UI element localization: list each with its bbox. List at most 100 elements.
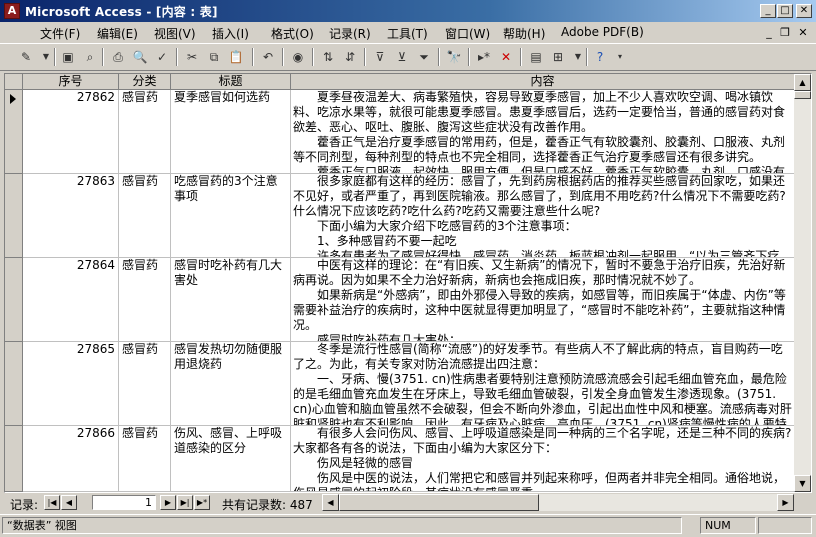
- spelling-icon[interactable]: ✓: [152, 48, 172, 66]
- new-object-dropdown-icon[interactable]: ▼: [568, 48, 588, 66]
- key-icon[interactable]: A: [4, 3, 20, 19]
- print-icon[interactable]: ⎙: [108, 48, 128, 66]
- horizontal-scrollbar[interactable]: ◀ ▶: [322, 494, 794, 511]
- new-record-icon[interactable]: ▸*: [474, 48, 494, 66]
- status-panel-empty: [758, 517, 812, 534]
- database-window-icon[interactable]: ▤: [526, 48, 546, 66]
- doc-close-icon[interactable]: ✕: [796, 26, 810, 39]
- menu-tools[interactable]: 工具(T): [387, 25, 428, 42]
- category-cell[interactable]: 感冒药: [119, 90, 171, 174]
- search-icon[interactable]: ⌕: [80, 48, 100, 66]
- menu-adobe-pdf[interactable]: Adobe PDF(B): [561, 25, 644, 39]
- category-cell[interactable]: 感冒药: [119, 426, 171, 492]
- scroll-left-icon[interactable]: ◀: [322, 494, 339, 511]
- column-header-id[interactable]: 序号: [23, 74, 119, 90]
- menu-view[interactable]: 视图(V): [154, 25, 196, 42]
- id-cell[interactable]: 27863: [23, 174, 119, 258]
- menu-format[interactable]: 格式(O): [271, 25, 314, 42]
- id-cell[interactable]: 27866: [23, 426, 119, 492]
- table-row[interactable]: 27865 感冒药 感冒发热切勿随便服用退烧药 冬季是流行性感冒(简称“流感”)…: [5, 342, 795, 426]
- content-cell[interactable]: 很多家庭都有这样的经历：感冒了，先到药房根据药店的推荐买些感冒药回家吃，如果还不…: [291, 174, 795, 258]
- sort-ascending-icon[interactable]: ⇅: [318, 48, 338, 66]
- copy-icon[interactable]: ⧉: [204, 48, 224, 66]
- cut-icon[interactable]: ✂: [182, 48, 202, 66]
- new-record-nav-icon[interactable]: ▶*: [194, 495, 210, 510]
- vertical-scrollbar[interactable]: ▲ ▼: [794, 74, 811, 492]
- content-cell[interactable]: 中医有这样的理论：在“有旧疾、又生新病”的情况下，暂时不要急于治疗旧疾，先治好新…: [291, 258, 795, 342]
- paste-icon[interactable]: 📋: [226, 48, 246, 66]
- maximize-button[interactable]: □: [777, 4, 793, 18]
- sort-descending-icon[interactable]: ⇵: [340, 48, 360, 66]
- category-cell[interactable]: 感冒药: [119, 342, 171, 426]
- title-cell[interactable]: 夏季感冒如何选药: [171, 90, 291, 174]
- menu-insert[interactable]: 插入(I): [212, 25, 249, 42]
- save-icon[interactable]: ▣: [58, 48, 78, 66]
- undo-icon[interactable]: ↶: [258, 48, 278, 66]
- menu-window[interactable]: 窗口(W): [445, 25, 490, 42]
- hyperlink-icon[interactable]: ◉: [288, 48, 308, 66]
- scroll-down-icon[interactable]: ▼: [794, 475, 811, 492]
- minimize-button[interactable]: _: [760, 4, 776, 18]
- select-all-corner[interactable]: [5, 74, 23, 90]
- table-row[interactable]: 27863 感冒药 吃感冒药的3个注意事项 很多家庭都有这样的经历：感冒了，先到…: [5, 174, 795, 258]
- record-selector[interactable]: [5, 174, 23, 258]
- scroll-thumb[interactable]: [794, 91, 811, 99]
- column-header-title[interactable]: 标题: [171, 74, 291, 90]
- next-record-icon[interactable]: ▶: [160, 495, 176, 510]
- id-cell[interactable]: 27862: [23, 90, 119, 174]
- apply-filter-icon[interactable]: ⏷: [414, 48, 434, 66]
- title-bar: A Microsoft Access - [内容 : 表] _ □ ✕: [0, 0, 816, 22]
- current-record-field[interactable]: 1: [92, 495, 156, 510]
- menu-file[interactable]: 文件(F): [40, 25, 80, 42]
- record-selector[interactable]: [5, 426, 23, 492]
- horizontal-scroll-thumb[interactable]: [339, 494, 539, 511]
- last-record-icon[interactable]: ▶|: [177, 495, 193, 510]
- print-preview-icon[interactable]: 🔍: [130, 48, 150, 66]
- num-lock-indicator: NUM: [700, 517, 756, 534]
- record-count: 共有记录数: 487: [222, 498, 313, 512]
- title-cell[interactable]: 伤风、感冒、上呼吸道感染的区分: [171, 426, 291, 492]
- menu-edit[interactable]: 编辑(E): [97, 25, 138, 42]
- close-button[interactable]: ✕: [796, 4, 812, 18]
- find-icon[interactable]: 🔭: [444, 48, 464, 66]
- category-cell[interactable]: 感冒药: [119, 174, 171, 258]
- column-header-content[interactable]: 内容: [291, 74, 795, 90]
- current-record-arrow-icon: [10, 94, 16, 104]
- id-cell[interactable]: 27864: [23, 258, 119, 342]
- record-label: 记录:: [10, 498, 39, 512]
- scroll-right-icon[interactable]: ▶: [777, 494, 794, 511]
- view-dropdown-icon[interactable]: ▼: [36, 48, 56, 66]
- first-record-icon[interactable]: |◀: [44, 495, 60, 510]
- new-object-icon[interactable]: ⊞: [548, 48, 568, 66]
- content-cell[interactable]: 有很多人会问伤风、感冒、上呼吸道感染是同一种病的三个名字呢，还是三种不同的疾病?…: [291, 426, 795, 492]
- datasheet-grid: 序号 分类 标题 内容 27862 感冒药 夏季感冒如何选药 夏季昼夜温差大、病…: [4, 73, 812, 493]
- menu-help[interactable]: 帮助(H): [503, 25, 545, 42]
- table-row[interactable]: 27864 感冒药 感冒时吃补药有几大害处 中医有这样的理论：在“有旧疾、又生新…: [5, 258, 795, 342]
- filter-by-form-icon[interactable]: ⊻: [392, 48, 412, 66]
- table-row[interactable]: 27862 感冒药 夏季感冒如何选药 夏季昼夜温差大、病毒繁殖快，容易导致夏季感…: [5, 90, 795, 174]
- design-view-icon[interactable]: ✎: [16, 48, 36, 66]
- table-row[interactable]: 27866 感冒药 伤风、感冒、上呼吸道感染的区分 有很多人会问伤风、感冒、上呼…: [5, 426, 795, 492]
- record-selector[interactable]: [5, 258, 23, 342]
- scroll-up-icon[interactable]: ▲: [794, 74, 811, 91]
- doc-restore-icon[interactable]: ❐: [778, 26, 792, 39]
- doc-minimize-icon[interactable]: _: [762, 26, 776, 39]
- filter-by-selection-icon[interactable]: ⊽: [370, 48, 390, 66]
- status-bar: “数据表” 视图 NUM: [0, 514, 816, 537]
- content-cell[interactable]: 冬季是流行性感冒(简称“流感”)的好发季节。有些病人不了解此病的特点，盲目购药一…: [291, 342, 795, 426]
- id-cell[interactable]: 27865: [23, 342, 119, 426]
- previous-record-icon[interactable]: ◀: [61, 495, 77, 510]
- title-cell[interactable]: 感冒发热切勿随便服用退烧药: [171, 342, 291, 426]
- record-navigator: 记录: |◀ ◀ 1 ▶ ▶| ▶* 共有记录数: 487 ◀ ▶: [4, 494, 812, 512]
- title-cell[interactable]: 感冒时吃补药有几大害处: [171, 258, 291, 342]
- toolbar-options-icon[interactable]: ▾: [610, 48, 630, 66]
- column-header-category[interactable]: 分类: [119, 74, 171, 90]
- help-icon[interactable]: ?: [590, 48, 610, 66]
- content-cell[interactable]: 夏季昼夜温差大、病毒繁殖快，容易导致夏季感冒，加上不少人喜欢吹空调、喝冰镇饮料、…: [291, 90, 795, 174]
- category-cell[interactable]: 感冒药: [119, 258, 171, 342]
- record-selector[interactable]: [5, 342, 23, 426]
- record-selector[interactable]: [5, 90, 23, 174]
- title-cell[interactable]: 吃感冒药的3个注意事项: [171, 174, 291, 258]
- menu-records[interactable]: 记录(R): [329, 25, 371, 42]
- delete-record-icon[interactable]: ✕: [496, 48, 516, 66]
